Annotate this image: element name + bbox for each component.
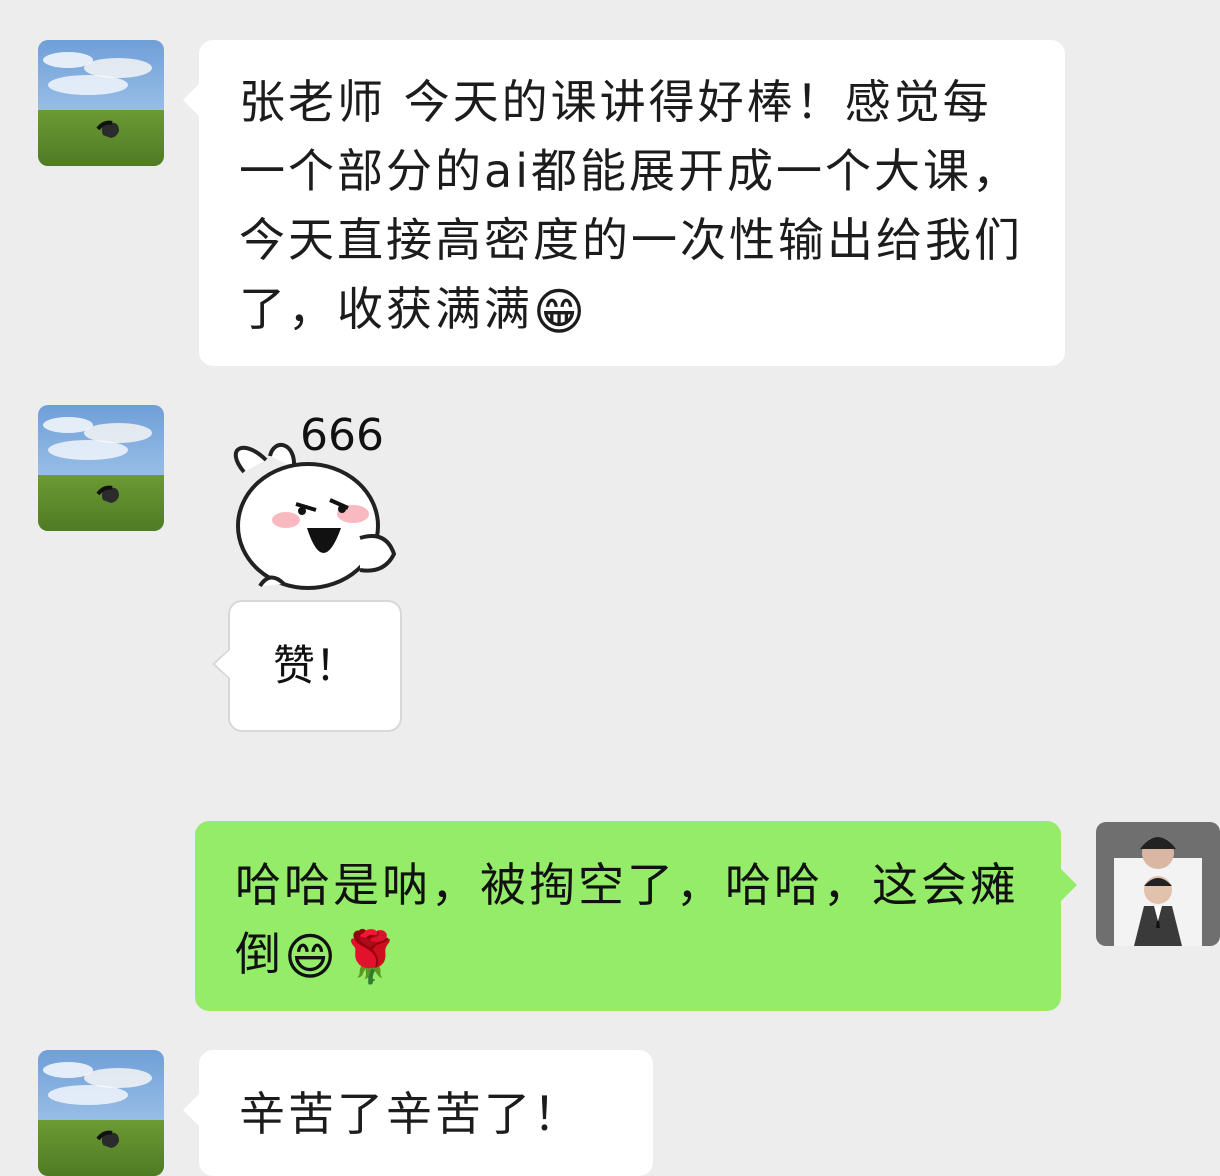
landscape-avatar-icon xyxy=(38,405,164,531)
sticker-number-text: 666 xyxy=(300,410,384,461)
smile-rose-emoji-icon: 😄🌹 xyxy=(284,928,405,986)
grin-emoji-icon: 😁 xyxy=(533,283,589,341)
rabbit-sticker[interactable]: 666 赞！ xyxy=(204,408,414,738)
message-text: 张老师 今天的课讲得好棒！感觉每一个部分的ai都能展开成一个大课，今天直接高密度… xyxy=(239,75,1023,336)
contact-avatar[interactable] xyxy=(38,1050,164,1176)
message-text: 辛苦了辛苦了！ xyxy=(239,1087,582,1141)
landscape-avatar-icon xyxy=(38,1050,164,1176)
message-bubble-incoming[interactable]: 辛苦了辛苦了！ xyxy=(183,1050,653,1176)
my-avatar[interactable] xyxy=(1096,822,1220,946)
contact-avatar[interactable] xyxy=(38,40,164,166)
message-bubble-outgoing[interactable]: 哈哈是呐，被掏空了，哈哈，这会瘫倒😄🌹 xyxy=(195,821,1077,1011)
portrait-avatar-icon xyxy=(1096,822,1220,946)
sticker-speech-card: 赞！ xyxy=(212,600,402,732)
sticker-label: 赞！ xyxy=(272,641,357,690)
message-bubble-incoming[interactable]: 张老师 今天的课讲得好棒！感觉每一个部分的ai都能展开成一个大课，今天直接高密度… xyxy=(183,40,1065,366)
contact-avatar[interactable] xyxy=(38,405,164,531)
landscape-avatar-icon xyxy=(38,40,164,166)
